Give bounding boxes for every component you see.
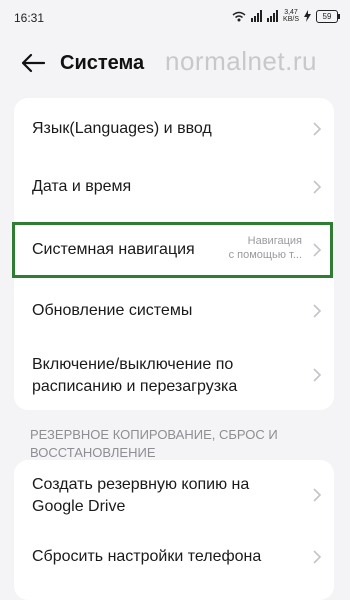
chevron-right-icon: [313, 550, 322, 564]
network-speed: 3,47 KB/S: [283, 9, 299, 23]
signal-icon: [267, 10, 279, 22]
section-header-line1: РЕЗЕРВНОЕ КОПИРОВАНИЕ, СБРОС И: [30, 427, 278, 442]
chevron-right-icon: [313, 488, 322, 502]
settings-item-system-navigation[interactable]: Системная навигация Навигация с помощью …: [14, 222, 334, 280]
settings-item-label: Язык(Languages) и ввод: [32, 120, 212, 137]
settings-item-value-line2: с помощью т...: [228, 249, 302, 261]
settings-item-label: Обновление системы: [32, 302, 193, 319]
settings-item-google-drive-backup[interactable]: Создать резервную копию на Google Drive: [14, 460, 334, 528]
settings-item-label: Дата и время: [32, 178, 132, 195]
settings-item-label: Системная навигация: [32, 241, 195, 258]
wifi-icon: [232, 11, 246, 21]
charging-icon: [304, 10, 311, 22]
backup-card: Создать резервную копию на Google Drive …: [14, 460, 334, 600]
settings-item-label-line1: Создать резервную копию на: [32, 476, 250, 493]
status-icons: 3,47 KB/S 59: [232, 9, 340, 23]
chevron-right-icon: [313, 368, 322, 382]
settings-item-label-line1: Включение/выключение по: [32, 356, 234, 373]
settings-item-label: Создать резервную копию на Google Drive: [32, 474, 249, 518]
settings-item-language-input[interactable]: Язык(Languages) и ввод: [14, 98, 334, 160]
page-title: Система: [60, 52, 145, 74]
settings-item-label-line2: Google Drive: [32, 498, 126, 515]
settings-item-reset-phone[interactable]: Сбросить настройки телефона: [14, 528, 334, 588]
status-bar: 16:31 3,47 KB/S 59: [0, 0, 350, 34]
chevron-right-icon: [313, 243, 322, 257]
chevron-right-icon: [313, 122, 322, 136]
settings-card: Язык(Languages) и ввод Дата и время Сист…: [14, 98, 334, 410]
settings-item-scheduled-power[interactable]: Включение/выключение по расписанию и пер…: [14, 340, 334, 410]
settings-item-label: Сбросить настройки телефона: [32, 548, 262, 565]
chevron-right-icon: [313, 180, 322, 194]
settings-item-value: Навигация с помощью т...: [229, 234, 302, 262]
top-app-bar: Система normalnet.ru: [0, 40, 350, 86]
status-time: 16:31: [14, 11, 45, 25]
back-arrow-icon[interactable]: [20, 52, 46, 74]
network-speed-value: 3,47: [284, 9, 298, 16]
settings-item-label-line2: расписанию и перезагрузка: [32, 378, 238, 395]
settings-item-value-line1: Навигация: [247, 235, 302, 247]
settings-item-system-update[interactable]: Обновление системы: [14, 280, 334, 340]
network-speed-unit: KB/S: [283, 16, 299, 23]
chevron-right-icon: [313, 304, 322, 318]
signal-icon: [251, 10, 263, 22]
watermark: normalnet.ru: [165, 46, 317, 76]
section-header-backup: РЕЗЕРВНОЕ КОПИРОВАНИЕ, СБРОС И ВОССТАНОВ…: [30, 426, 330, 462]
settings-item-date-time[interactable]: Дата и время: [14, 160, 334, 222]
battery-icon: 59: [316, 9, 340, 23]
settings-item-label: Включение/выключение по расписанию и пер…: [32, 354, 237, 398]
